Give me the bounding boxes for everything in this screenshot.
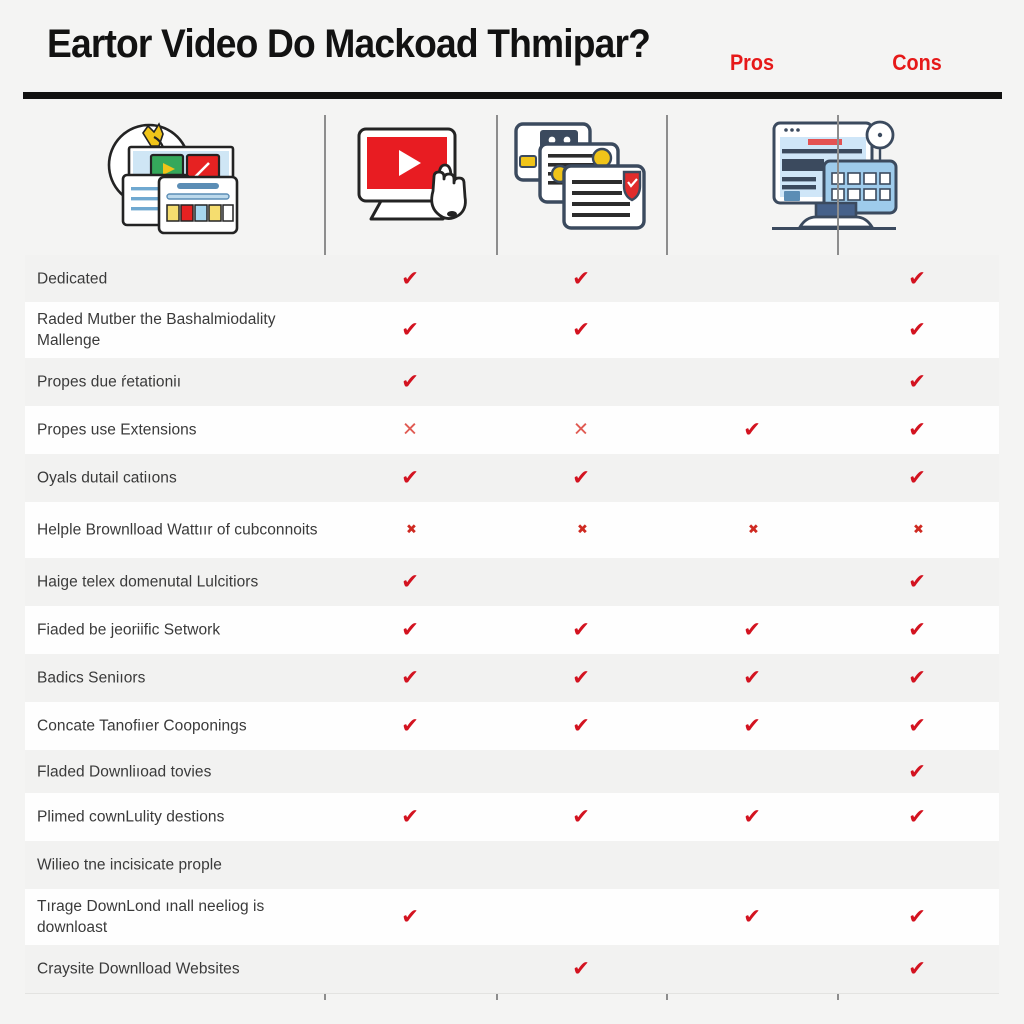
smudged-mark-icon: ✖ bbox=[748, 522, 759, 538]
row-label: Fladed Downliıoad tovies bbox=[37, 763, 212, 780]
monitor-play-button-hand-cursor-illustration-icon bbox=[347, 117, 473, 237]
check-icon: ✔ bbox=[401, 369, 419, 394]
check-icon: ✔ bbox=[401, 617, 419, 642]
cross-icon: ✕ bbox=[573, 418, 589, 441]
check-icon: ✔ bbox=[908, 417, 926, 442]
check-icon: ✔ bbox=[743, 665, 761, 690]
column-1-icon-cell bbox=[25, 110, 325, 244]
table-row[interactable]: Craysite Downlload Websites ✔ ✔ bbox=[25, 945, 999, 993]
stacked-cards-shield-lock-illustration-icon bbox=[512, 118, 648, 236]
table-row[interactable]: Fladed Downliıoad tovies ✔ bbox=[25, 750, 999, 793]
check-icon: ✔ bbox=[401, 266, 419, 290]
check-icon: ✔ bbox=[572, 266, 590, 290]
check-icon: ✔ bbox=[908, 617, 926, 642]
row-label: Fiaded be jeoriific Setwork bbox=[37, 621, 221, 639]
row-label: Propes use Extensions bbox=[37, 421, 197, 439]
table-row[interactable]: Raded Mutber the Bashalmiodality Malleng… bbox=[25, 302, 999, 358]
row-label: Propes due ŕetationiı bbox=[37, 373, 182, 391]
row-label: Dedicated bbox=[37, 270, 108, 287]
check-icon: ✔ bbox=[401, 665, 419, 690]
header-divider-rule bbox=[23, 92, 1002, 99]
table-row[interactable]: Tırage DownLond ınall neeliog is downloa… bbox=[25, 889, 999, 945]
check-icon: ✔ bbox=[572, 713, 590, 738]
row-label: Tırage DownLond ınall neeliog is downloa… bbox=[37, 898, 265, 936]
row-label: Badics Seniıors bbox=[37, 669, 146, 687]
table-row[interactable]: Haige telex domenutal Lulcitiors ✔ ✔ bbox=[25, 558, 999, 606]
check-icon: ✔ bbox=[908, 904, 926, 929]
check-icon: ✔ bbox=[743, 804, 761, 829]
table-row[interactable]: Fiaded be jeoriific Setwork ✔ ✔ ✔ ✔ bbox=[25, 606, 999, 654]
row-label: Helple Brownlload Wattıır of cubconnoits bbox=[37, 521, 318, 539]
check-icon: ✔ bbox=[401, 465, 419, 490]
row-label: Craysite Downlload Websites bbox=[37, 960, 240, 978]
check-icon: ✔ bbox=[572, 804, 590, 829]
desktop-monitor-browser-grid-illustration-icon bbox=[756, 115, 908, 239]
comparison-table: Dedicated ✔ ✔ ✔ Raded Mutber the Bashalmioda… bbox=[0, 104, 1024, 1004]
table-row[interactable]: Propes due ŕetationiı ✔ ✔ bbox=[25, 358, 999, 406]
check-icon: ✔ bbox=[908, 956, 926, 981]
table-icon-header-row bbox=[25, 104, 999, 250]
row-label: Oyals dutail catiıons bbox=[37, 469, 177, 487]
table-row[interactable]: Dedicated ✔ ✔ ✔ bbox=[25, 255, 999, 302]
table-row[interactable]: Oyals dutail catiıons ✔ ✔ ✔ bbox=[25, 454, 999, 502]
check-icon: ✔ bbox=[743, 904, 761, 929]
check-icon: ✔ bbox=[908, 317, 926, 342]
check-icon: ✔ bbox=[908, 713, 926, 738]
table-row[interactable]: Plimed cownLulity destions ✔ ✔ ✔ ✔ bbox=[25, 793, 999, 841]
table-row[interactable]: Propes use Extensions ✕ ✕ ✔ ✔ bbox=[25, 406, 999, 454]
check-icon: ✔ bbox=[572, 665, 590, 690]
check-icon: ✔ bbox=[572, 465, 590, 490]
table-row[interactable]: Badics Seniıors ✔ ✔ ✔ ✔ bbox=[25, 654, 999, 702]
check-icon: ✔ bbox=[908, 266, 926, 290]
row-label: Raded Mutber the Bashalmiodality Malleng… bbox=[37, 311, 276, 349]
check-icon: ✔ bbox=[908, 369, 926, 394]
check-icon: ✔ bbox=[908, 804, 926, 829]
check-icon: ✔ bbox=[401, 569, 419, 594]
row-separator bbox=[25, 993, 999, 994]
cross-icon: ✕ bbox=[402, 418, 418, 441]
browser-windows-media-illustration-icon bbox=[99, 115, 251, 239]
row-label: Concate Tanofiıer Cooponings bbox=[37, 717, 247, 735]
row-label: Wilieo tne incisicate prople bbox=[37, 856, 222, 874]
check-icon: ✔ bbox=[743, 713, 761, 738]
page-header: Eartor Video Do Mackoad Thmipar? Pros Co… bbox=[0, 0, 1024, 100]
check-icon: ✔ bbox=[401, 904, 419, 929]
check-icon: ✔ bbox=[908, 665, 926, 690]
check-icon: ✔ bbox=[908, 465, 926, 490]
check-icon: ✔ bbox=[572, 617, 590, 642]
cons-column-label: Cons bbox=[892, 50, 942, 75]
smudged-mark-icon: ✖ bbox=[913, 522, 924, 538]
column-4-icon-cell bbox=[665, 110, 999, 244]
check-icon: ✔ bbox=[572, 317, 590, 342]
check-icon: ✔ bbox=[401, 713, 419, 738]
smudged-mark-icon: ✖ bbox=[406, 522, 417, 538]
check-icon: ✔ bbox=[401, 804, 419, 829]
table-row[interactable]: Concate Tanofiıer Cooponings ✔ ✔ ✔ ✔ bbox=[25, 702, 999, 750]
column-2-icon-cell bbox=[325, 110, 495, 244]
pros-column-label: Pros bbox=[729, 50, 775, 75]
check-icon: ✔ bbox=[908, 759, 926, 783]
smudged-mark-icon: ✖ bbox=[577, 522, 588, 538]
check-icon: ✔ bbox=[572, 956, 590, 981]
page-title: Eartor Video Do Mackoad Thmipar? bbox=[47, 22, 651, 66]
table-row[interactable]: Wilieo tne incisicate prople bbox=[25, 841, 999, 889]
check-icon: ✔ bbox=[401, 317, 419, 342]
row-label: Plimed cownLulity destions bbox=[37, 808, 225, 826]
check-icon: ✔ bbox=[908, 569, 926, 594]
table-row[interactable]: Helple Brownlload Wattıır of cubconnoits… bbox=[25, 502, 999, 558]
check-icon: ✔ bbox=[743, 417, 761, 442]
row-label: Haige telex domenutal Lulcitiors bbox=[37, 573, 259, 591]
check-icon: ✔ bbox=[743, 617, 761, 642]
column-3-icon-cell bbox=[495, 110, 665, 244]
